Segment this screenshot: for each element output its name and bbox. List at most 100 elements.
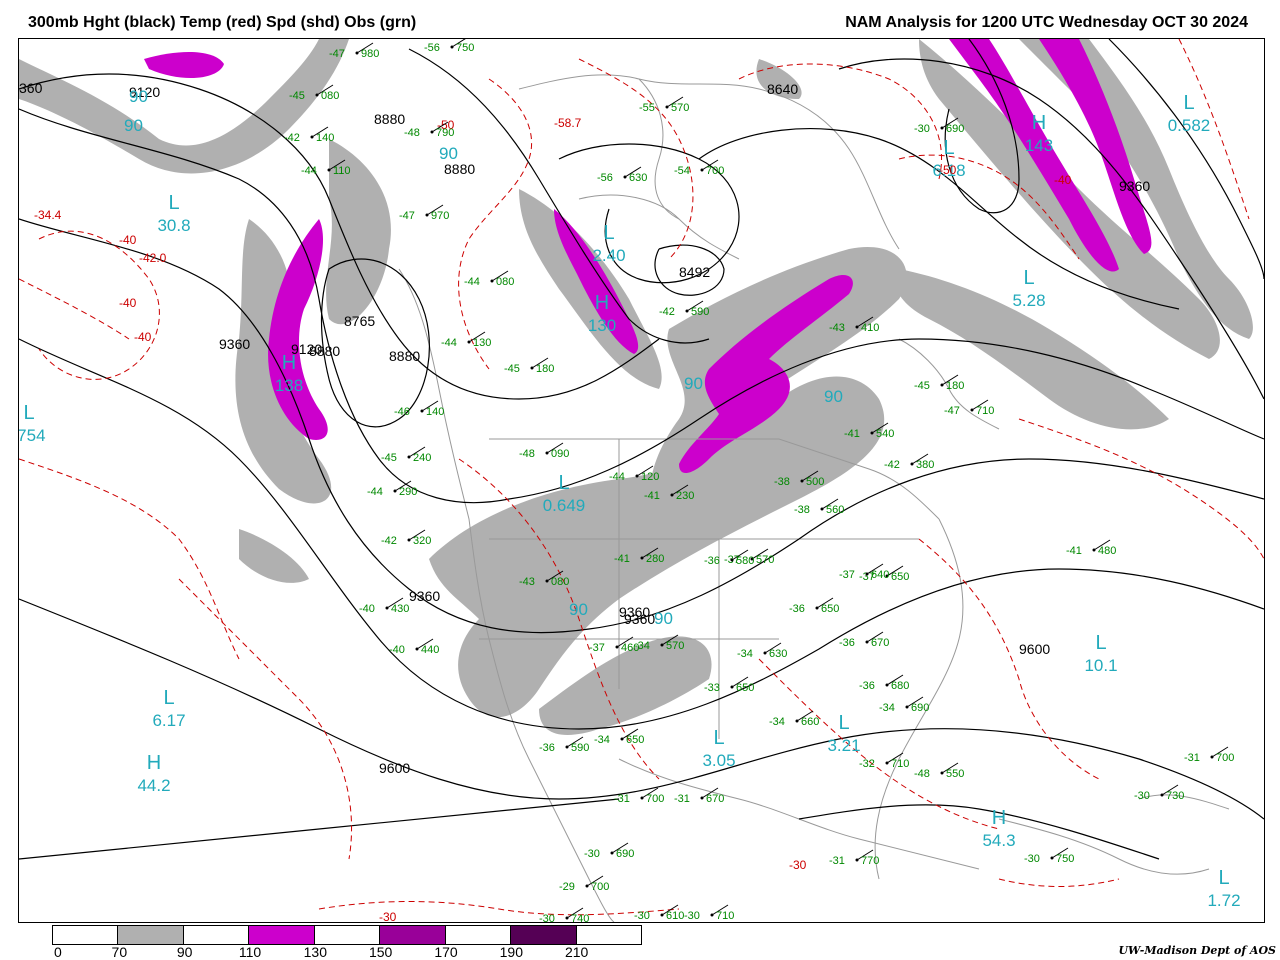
station-height: 110 (333, 165, 351, 177)
height-contour-label: 9360 (1119, 178, 1150, 194)
speed-contour-label: 90 (569, 600, 588, 619)
station-height: 630 (629, 172, 647, 184)
temperature-contour-label: -40 (119, 233, 137, 247)
center-letter: H (1032, 112, 1046, 134)
center-value: 10.1 (1084, 656, 1117, 675)
station-temperature: -41 (614, 553, 630, 565)
speed-legend-bar (52, 925, 642, 945)
temperature-contour-label: -50 (939, 163, 957, 177)
speed-legend-labels: 0 70 90 110 130 150 170 190 210 (52, 944, 640, 960)
station-height: 440 (421, 644, 439, 656)
temperature-contour-label: -30 (379, 910, 397, 922)
station-temperature: -29 (559, 881, 575, 893)
station-temperature: -42 (284, 132, 300, 144)
station-observation: -34 660 (769, 710, 819, 728)
center-letter: L (1095, 632, 1106, 654)
legend-swatch (314, 926, 381, 944)
height-contour-label: 9600 (1019, 641, 1050, 657)
station-height: 080 (321, 90, 339, 102)
station-height: 670 (706, 793, 724, 805)
station-observation: -31 670 (674, 787, 724, 805)
station-observation: -30 730 (1134, 784, 1184, 802)
station-observation: -30 710 (684, 904, 734, 922)
temperature-contour-label: -34.4 (34, 208, 62, 222)
station-height: 320 (413, 535, 431, 547)
station-temperature: -30 (1024, 853, 1040, 865)
station-temperature: -36 (839, 637, 855, 649)
station-height: 670 (871, 637, 889, 649)
station-height: 640 (871, 569, 889, 581)
station-temperature: -55 (639, 102, 655, 114)
station-temperature: -43 (519, 576, 535, 588)
station-observation: -41 480 (1066, 539, 1116, 557)
station-height: 650 (891, 571, 909, 583)
station-temperature: -43 (829, 322, 845, 334)
station-height: 430 (391, 603, 409, 615)
legend-label: 110 (238, 944, 262, 960)
height-contour-label: 8880 (444, 161, 475, 177)
height-contour-label: 9600 (379, 760, 410, 776)
station-observation: -32 710 (859, 752, 909, 770)
station-height: 080 (496, 276, 514, 288)
station-observation: -42 140 (284, 126, 334, 144)
station-height: 140 (316, 132, 334, 144)
station-height: 180 (536, 363, 554, 375)
station-height: 770 (861, 855, 879, 867)
station-temperature: -48 (914, 768, 930, 780)
map-title: 300mb Hght (black) Temp (red) Spd (shd) … (28, 14, 417, 31)
center-letter: L (1218, 867, 1229, 889)
station-height: 480 (1098, 545, 1116, 557)
station-height: 550 (946, 768, 964, 780)
temperature-contour-label: -30 (789, 858, 807, 872)
station-temperature: -36 (859, 680, 875, 692)
station-observation: -45 240 (381, 446, 431, 464)
station-height: 290 (399, 486, 417, 498)
speed-contour-label: 90 (439, 144, 458, 163)
station-observation: -34 690 (879, 696, 929, 714)
center-value: 130 (588, 316, 616, 335)
station-observation: -45 180 (914, 374, 964, 392)
station-observation: -36 670 (839, 631, 889, 649)
station-height: 560 (826, 504, 844, 516)
station-observation: -56 750 (424, 39, 474, 54)
station-temperature: -48 (404, 127, 420, 139)
station-height: 570 (756, 554, 774, 566)
station-temperature: -37 (589, 642, 605, 654)
station-height: 080 (551, 576, 569, 588)
center-letter: L (23, 402, 34, 424)
center-value: 6.17 (152, 711, 185, 730)
station-observation: -36 680 (859, 674, 909, 692)
station-temperature: -41 (844, 428, 860, 440)
speed-contour-label: 90 (824, 387, 843, 406)
height-contour-label: 9360 (409, 588, 440, 604)
station-height: 120 (641, 471, 659, 483)
station-temperature: -54 (674, 165, 690, 177)
center-letter: H (147, 752, 161, 774)
station-temperature: -34 (594, 734, 610, 746)
station-height: 710 (716, 910, 734, 922)
station-observation: -33 650 (704, 676, 754, 694)
station-temperature: -56 (424, 42, 440, 54)
station-observation: -46 140 (394, 400, 444, 418)
station-height: 130 (473, 337, 491, 349)
station-temperature: -45 (504, 363, 520, 375)
station-temperature: -44 (464, 276, 480, 288)
station-observation: -42 380 (884, 453, 934, 471)
center-value: 54.3 (982, 831, 1015, 850)
legend-swatch (380, 926, 446, 944)
station-height: 980 (361, 48, 379, 60)
station-temperature: -47 (399, 210, 415, 222)
station-temperature: -31 (674, 793, 690, 805)
center-value: 1.72 (1207, 891, 1240, 910)
station-temperature: -47 (944, 405, 960, 417)
station-observation: -56 630 (597, 166, 647, 184)
station-observation: -38 560 (794, 498, 844, 516)
center-letter: L (943, 137, 954, 159)
station-height: 700 (646, 793, 664, 805)
station-height: 090 (551, 448, 569, 460)
station-temperature: -45 (289, 90, 305, 102)
station-temperature: -36 (704, 555, 720, 567)
speed-contour-label: 90 (124, 116, 143, 135)
center-value: 3.21 (827, 736, 860, 755)
station-height: 500 (806, 476, 824, 488)
